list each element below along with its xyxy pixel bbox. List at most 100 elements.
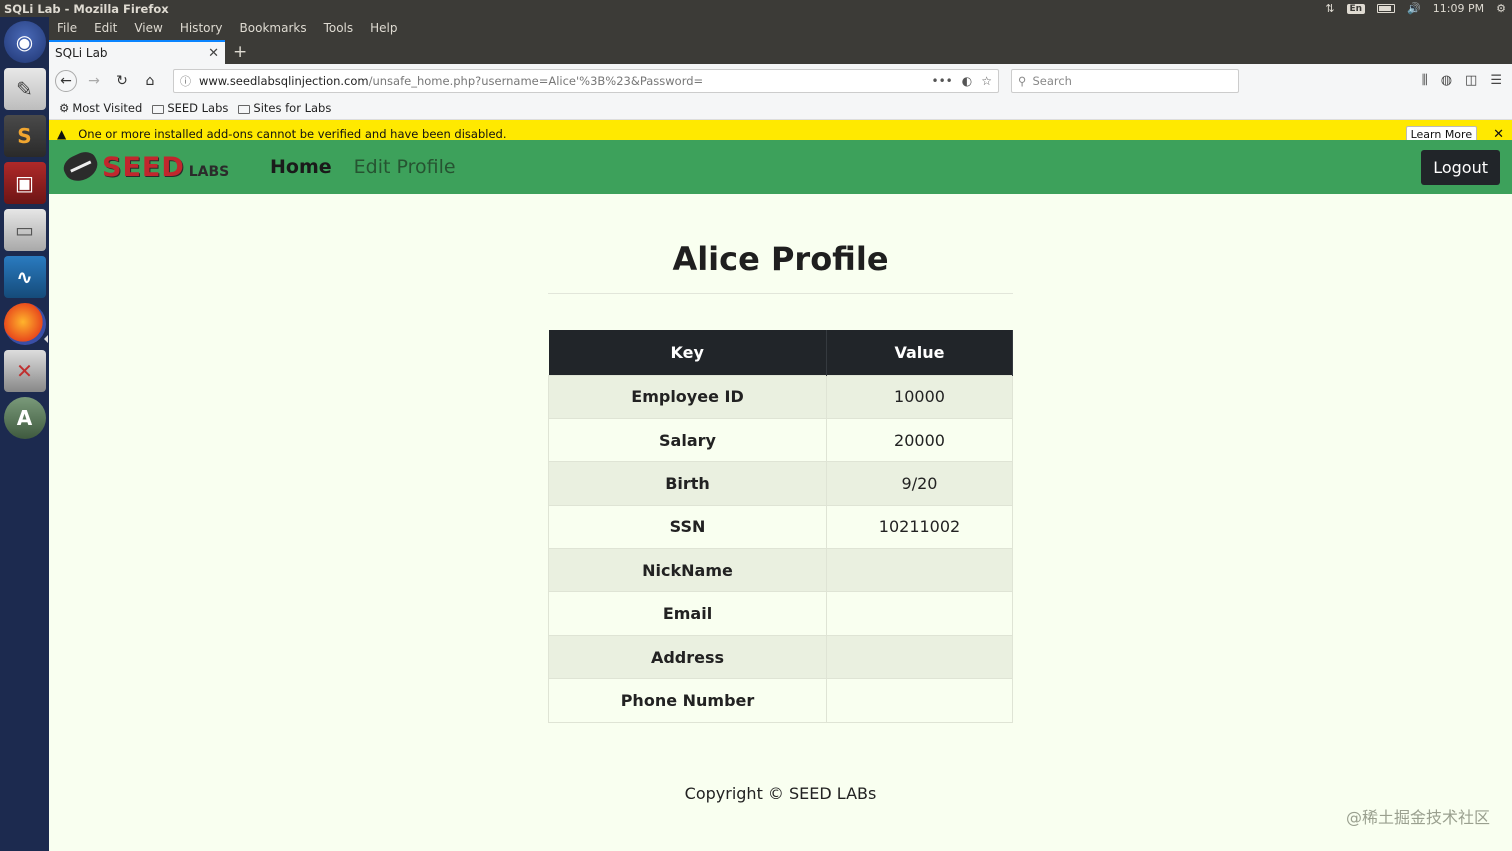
system-top-bar: SQLi Lab - Mozilla Firefox ⇅ En 🔊 11:09 … xyxy=(0,0,1512,17)
navigation-toolbar: ← → ↻ ⌂ ⓘ www.seedlabsqlinjection.com/un… xyxy=(49,64,1512,97)
reload-icon[interactable]: ↻ xyxy=(111,70,133,92)
watermark-text: @稀土掘金技术社区 xyxy=(1345,808,1490,827)
menu-tools[interactable]: Tools xyxy=(324,21,354,35)
table-row: NickName xyxy=(548,548,1013,592)
menu-history[interactable]: History xyxy=(180,21,223,35)
bookmark-label: SEED Labs xyxy=(167,101,229,115)
table-row: Email xyxy=(548,591,1013,636)
menu-bookmarks[interactable]: Bookmarks xyxy=(240,21,307,35)
web-page: SEED LABS Home Edit Profile Logout Alice… xyxy=(49,140,1512,851)
row-value xyxy=(826,634,1013,679)
keyboard-language-indicator[interactable]: En xyxy=(1346,3,1366,14)
bookmark-most-visited[interactable]: ⚙ Most Visited xyxy=(59,101,142,115)
bookmark-star-icon[interactable]: ☆ xyxy=(981,74,992,88)
close-tab-icon[interactable]: ✕ xyxy=(208,46,219,61)
gear-icon: ⚙ xyxy=(59,101,70,115)
folder-icon xyxy=(152,104,165,114)
logout-button[interactable]: Logout xyxy=(1421,149,1500,185)
home-icon[interactable]: ⌂ xyxy=(139,70,161,92)
forward-arrow-icon[interactable]: → xyxy=(83,70,105,92)
bookmark-seed-labs[interactable]: SEED Labs xyxy=(152,101,228,115)
network-icon[interactable]: ⇅ xyxy=(1325,2,1334,15)
volume-icon[interactable]: 🔊 xyxy=(1407,2,1421,15)
row-value xyxy=(826,591,1013,636)
site-info-icon[interactable]: ⓘ xyxy=(180,73,191,89)
site-navbar: SEED LABS Home Edit Profile Logout xyxy=(49,140,1512,194)
footer-copyright: Copyright © SEED LABs xyxy=(684,784,877,803)
system-tray: ⇅ En 🔊 11:09 PM ⚙ xyxy=(1325,2,1506,15)
back-arrow-icon[interactable]: ← xyxy=(55,69,77,92)
row-value: 20000 xyxy=(826,417,1013,462)
wireshark-icon[interactable]: ∿ xyxy=(3,256,46,298)
library-icon[interactable]: ⫼ xyxy=(1422,73,1428,88)
title-divider xyxy=(548,293,1013,294)
column-header-key: Key xyxy=(548,330,827,375)
clock[interactable]: 11:09 PM xyxy=(1433,2,1484,15)
notification-text: One or more installed add-ons cannot be … xyxy=(78,127,507,141)
profile-table: Key Value Employee ID 10000 Salary 20000 B… xyxy=(548,330,1013,723)
row-key: Email xyxy=(548,591,827,636)
page-actions-ellipsis-icon[interactable]: ••• xyxy=(932,74,953,88)
menu-help[interactable]: Help xyxy=(370,21,397,35)
pocket-icon[interactable]: ◐ xyxy=(962,74,972,88)
row-key: Salary xyxy=(548,417,827,462)
page-title: Alice Profile xyxy=(672,240,889,278)
tab-title: SQLi Lab xyxy=(55,46,108,60)
url-host: www.seedlabsqlinjection.com xyxy=(199,73,369,88)
sidebar-icon[interactable]: ◫ xyxy=(1465,73,1477,88)
battery-icon[interactable] xyxy=(1377,4,1396,13)
firefox-window: File Edit View History Bookmarks Tools H… xyxy=(49,17,1512,851)
row-value: 10211002 xyxy=(826,504,1013,549)
menu-view[interactable]: View xyxy=(134,21,162,35)
table-row: Employee ID 10000 xyxy=(548,374,1013,419)
tab-sqli-lab[interactable]: SQLi Lab ✕ xyxy=(49,40,225,64)
search-icon: ⚲ xyxy=(1018,73,1027,88)
power-gear-icon[interactable]: ⚙ xyxy=(1496,2,1506,15)
row-key: NickName xyxy=(548,548,827,592)
nav-edit-profile-link[interactable]: Edit Profile xyxy=(354,156,456,178)
row-key: Address xyxy=(548,634,827,679)
terminal-icon[interactable]: ▣ xyxy=(3,162,46,204)
table-row: Birth 9/20 xyxy=(548,461,1013,506)
row-value: 10000 xyxy=(826,374,1013,419)
menu-bar: File Edit View History Bookmarks Tools H… xyxy=(49,17,1512,38)
ubuntu-icon[interactable]: ◉ xyxy=(3,21,46,63)
table-row: Salary 20000 xyxy=(548,417,1013,462)
search-placeholder: Search xyxy=(1032,73,1072,88)
bookmark-label: Sites for Labs xyxy=(253,101,332,115)
bookmarks-toolbar: ⚙ Most Visited SEED Labs Sites for Labs xyxy=(49,97,1512,120)
sublime-icon[interactable]: S xyxy=(3,115,46,157)
unity-launcher: ◉ ✎ S ▣ ▭ ∿ ✕ A xyxy=(0,17,49,851)
url-bar[interactable]: ⓘ www.seedlabsqlinjection.com/unsafe_hom… xyxy=(173,68,999,93)
row-value xyxy=(826,678,1013,723)
bookmark-label: Most Visited xyxy=(72,101,143,115)
table-row: Address xyxy=(548,634,1013,679)
updater-icon[interactable]: A xyxy=(3,397,46,439)
row-value xyxy=(826,548,1013,592)
row-key: Phone Number xyxy=(548,678,827,723)
row-key: Employee ID xyxy=(548,374,827,419)
sync-account-icon[interactable]: ◍ xyxy=(1441,73,1452,88)
tab-strip: SQLi Lab ✕ + xyxy=(49,38,1512,64)
url-path: /unsafe_home.php?username=Alice'%3B%23&P… xyxy=(368,73,704,88)
menu-edit[interactable]: Edit xyxy=(94,21,117,35)
firefox-icon[interactable] xyxy=(3,303,46,345)
new-tab-plus-icon[interactable]: + xyxy=(225,42,255,64)
text-editor-icon[interactable]: ✎ xyxy=(3,68,46,110)
bookmark-sites-for-labs[interactable]: Sites for Labs xyxy=(238,101,331,115)
table-header-row: Key Value xyxy=(548,330,1013,375)
table-row: Phone Number xyxy=(548,678,1013,723)
hamburger-menu-icon[interactable]: ☰ xyxy=(1490,73,1502,88)
table-row: SSN 10211002 xyxy=(548,504,1013,549)
seed-labs-logo[interactable]: SEED LABS xyxy=(60,148,264,186)
folder-icon xyxy=(238,104,251,114)
nav-home-link[interactable]: Home xyxy=(270,156,332,178)
active-app-indicator xyxy=(44,335,48,343)
logo-seed-text: SEED xyxy=(102,151,185,183)
menu-file[interactable]: File xyxy=(57,21,77,35)
settings-icon[interactable]: ✕ xyxy=(3,350,46,392)
row-value: 9/20 xyxy=(826,461,1013,506)
files-icon[interactable]: ▭ xyxy=(3,209,46,251)
search-input[interactable]: ⚲ Search xyxy=(1011,68,1239,93)
column-header-value: Value xyxy=(826,330,1013,375)
